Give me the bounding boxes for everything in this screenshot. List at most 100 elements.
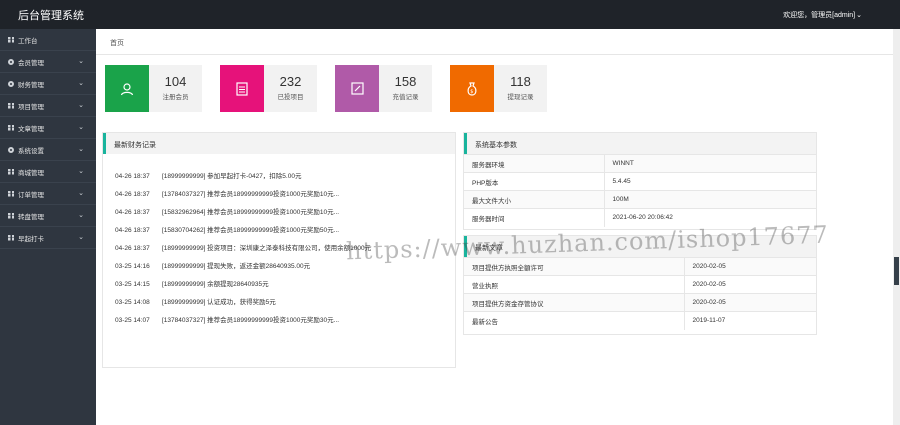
chevron-down-icon: ⌄	[78, 168, 84, 175]
stat-value: 232	[279, 74, 302, 89]
stat-icon-box	[105, 65, 149, 112]
finance-record: 04-26 18:37 [18999999999] 参加早起打卡-0427，扣除5…	[115, 170, 301, 180]
chevron-down-icon: ⌄	[78, 234, 84, 241]
stat-card-recharge[interactable]: 158 充值记录	[335, 65, 432, 112]
record-text: [18999999999] 余额提现28640935元	[162, 281, 269, 288]
breadcrumb: 首页	[96, 29, 893, 55]
gear-icon	[8, 146, 14, 153]
param-value: WINNT	[603, 154, 816, 173]
param-value: 5.4.45	[603, 172, 816, 191]
table-row[interactable]: 项目提供方资金存管协议 2020-02-05	[464, 293, 816, 312]
stat-card-projects[interactable]: 232 已投项目	[220, 65, 317, 112]
sidebar-item[interactable]: 早起打卡 ⌄	[0, 227, 96, 249]
record-time: 04-26 18:37	[115, 227, 150, 234]
table-row[interactable]: 项目提供方执照全額许可 2020-02-05	[464, 257, 816, 276]
gear-icon	[8, 80, 14, 87]
money-bag-icon: $	[467, 81, 477, 96]
breadcrumb-home[interactable]: 首页	[110, 40, 124, 47]
sidebar-item[interactable]: 转盘管理 ⌄	[0, 205, 96, 227]
sidebar-item-label: 文章管理	[18, 125, 44, 133]
sidebar-item[interactable]: 订单管理 ⌄	[0, 183, 96, 205]
article-title[interactable]: 最新公告	[464, 311, 684, 330]
table-row[interactable]: 营业执照 2020-02-05	[464, 275, 816, 294]
sidebar-item[interactable]: 文章管理 ⌄	[0, 117, 96, 139]
grid-icon	[8, 212, 14, 219]
articles-table: 项目提供方执照全額许可 2020-02-05 营业执照 2020-02-05 项目提供方…	[464, 257, 816, 330]
stat-icon-box: $	[450, 65, 494, 112]
system-params-table: 服务器环境 WINNT PHP版本 5.4.45 最大文件大小 100M 服务器时间 2021…	[464, 154, 816, 227]
record-text: [18999999999] 参加早起打卡-0427，扣除5.00元	[162, 173, 302, 180]
system-params-panel: 系统基本参数 服务器环境 WINNT PHP版本 5.4.45 最大文件大小 100M 服务…	[463, 132, 817, 230]
stat-label: 提现记录	[507, 94, 534, 101]
sidebar-item-label: 订单管理	[18, 191, 44, 199]
sidebar-item-label: 转盘管理	[18, 213, 44, 221]
record-text: [18999999999] 提现失败，返还金额28640935.00元	[162, 263, 311, 270]
scrollbar[interactable]	[893, 29, 900, 425]
sidebar-item[interactable]: 系统设置 ⌄	[0, 139, 96, 161]
article-title[interactable]: 项目提供方执照全額许可	[464, 257, 684, 276]
sidebar-item-label: 财务管理	[18, 81, 44, 89]
chevron-down-icon: ⌄	[78, 102, 84, 109]
stat-card-members[interactable]: 104 注册会员	[105, 65, 202, 112]
table-row: 最大文件大小 100M	[464, 190, 816, 209]
finance-record: 03-25 14:16 [18999999999] 提现失败，返还金额286409…	[115, 260, 310, 270]
table-row[interactable]: 最新公告 2019-11-07	[464, 311, 816, 330]
svg-text:$: $	[470, 89, 473, 95]
param-value: 100M	[603, 190, 816, 209]
article-title[interactable]: 营业执照	[464, 275, 684, 294]
param-key: PHP版本	[464, 172, 604, 191]
gear-icon	[8, 58, 14, 65]
article-date: 2020-02-05	[683, 257, 816, 276]
record-text: [13784037327] 推荐会员18999999999投资1000元奖励30…	[162, 317, 340, 324]
sidebar-item[interactable]: 会员管理 ⌄	[0, 51, 96, 73]
stat-label: 已投项目	[277, 94, 304, 101]
record-time: 04-26 18:37	[115, 209, 150, 216]
table-row: 服务器时间 2021-06-20 20:06:42	[464, 208, 816, 227]
app-title: 后台管理系统	[18, 10, 84, 22]
finance-records-panel: 最新财务记录 04-26 18:37 [18999999999] 参加早起打卡-0…	[102, 132, 456, 368]
record-time: 04-26 18:37	[115, 191, 150, 198]
grid-icon	[8, 190, 14, 197]
record-text: [15830704262] 推荐会员18999999999投资1000元奖励50…	[162, 227, 340, 234]
finance-record: 04-26 18:37 [15832962964] 推荐会员18999999999…	[115, 206, 339, 216]
finance-record: 03-25 14:08 [18999999999] 认证成功，获得奖励5元	[115, 296, 276, 306]
stat-value: 118	[510, 74, 531, 89]
article-date: 2019-11-07	[683, 311, 816, 330]
scrollbar-thumb[interactable]	[894, 257, 899, 285]
chevron-down-icon: ⌄	[78, 124, 84, 131]
sidebar: 工作台 会员管理 ⌄ 财务管理 ⌄ 项目管理 ⌄ 文章管理 ⌄ 系统设置 ⌄ 商城管理 ⌄ 订单管理 ⌄ 转盘…	[0, 29, 96, 425]
table-row: PHP版本 5.4.45	[464, 172, 816, 191]
stat-label: 注册会员	[162, 94, 189, 101]
chevron-down-icon: ⌄	[78, 146, 84, 153]
sidebar-item[interactable]: 商城管理 ⌄	[0, 161, 96, 183]
panel-title: 系统基本参数	[464, 133, 816, 154]
panel-title: 最新文章	[464, 236, 816, 257]
record-time: 04-26 18:37	[115, 173, 150, 180]
article-date: 2020-02-05	[683, 293, 816, 312]
document-icon	[236, 81, 248, 96]
sidebar-item-label: 会员管理	[18, 59, 44, 67]
chevron-down-icon: ⌄	[78, 190, 84, 197]
chevron-down-icon: ⌄	[78, 58, 84, 65]
sidebar-item-label: 商城管理	[18, 169, 44, 177]
stat-value: 104	[164, 74, 187, 89]
user-name: 欢迎您，管理员[admin]	[783, 12, 856, 19]
chevron-down-icon: ⌄	[856, 12, 862, 19]
param-key: 最大文件大小	[464, 190, 604, 209]
edit-icon	[350, 82, 364, 95]
user-menu[interactable]: 欢迎您，管理员[admin]⌄	[783, 10, 862, 20]
record-time: 03-25 14:15	[115, 281, 150, 288]
grid-icon	[8, 234, 14, 241]
sidebar-item[interactable]: 项目管理 ⌄	[0, 95, 96, 117]
param-key: 服务器环境	[464, 154, 604, 173]
sidebar-item[interactable]: 工作台	[0, 29, 96, 51]
user-icon	[120, 82, 134, 95]
grid-icon	[8, 168, 14, 175]
stat-card-withdraw[interactable]: $ 118 提现记录	[450, 65, 547, 112]
article-title[interactable]: 项目提供方资金存管协议	[464, 293, 684, 312]
record-time: 04-26 18:37	[115, 245, 150, 252]
sidebar-item-label: 系统设置	[18, 147, 44, 155]
sidebar-item-label: 早起打卡	[18, 235, 44, 243]
top-bar: 后台管理系统 欢迎您，管理员[admin]⌄	[0, 0, 900, 29]
sidebar-item[interactable]: 财务管理 ⌄	[0, 73, 96, 95]
